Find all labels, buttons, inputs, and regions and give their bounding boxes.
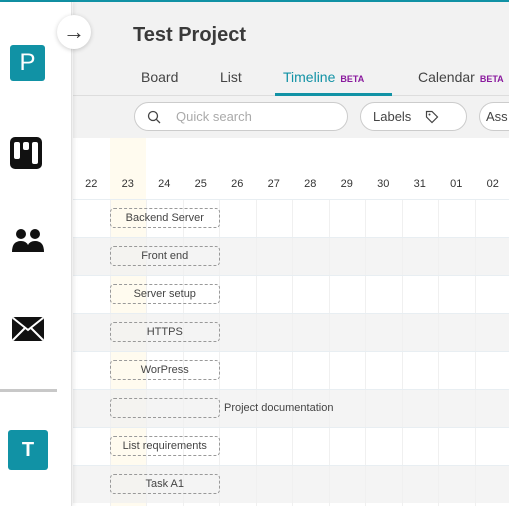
- view-tabs: Board List Timeline BETA Calendar BETA: [73, 58, 509, 96]
- active-tab-indicator: [275, 93, 392, 96]
- date-header: 02: [486, 178, 499, 190]
- people-icon[interactable]: [12, 228, 44, 259]
- date-header: 01: [450, 178, 463, 190]
- quick-search-input[interactable]: Quick search: [134, 102, 348, 131]
- task-bar[interactable]: Backend Server: [109, 208, 220, 228]
- assignees-filter-button[interactable]: Ass: [479, 102, 509, 131]
- tab-label: Timeline: [283, 69, 336, 85]
- sidebar: P T: [0, 2, 72, 506]
- timeline-row: Backend Server: [73, 199, 509, 237]
- timeline-row: WorPress: [73, 351, 509, 389]
- tag-icon: [426, 110, 439, 123]
- timeline-row: Project documentation: [73, 389, 509, 427]
- task-bar[interactable]: Server setup: [109, 284, 220, 304]
- date-header: 28: [304, 178, 317, 190]
- sidebar-divider: [0, 389, 57, 392]
- date-header: 30: [377, 178, 390, 190]
- assignees-button-label: Ass: [486, 109, 508, 124]
- date-header: 26: [231, 178, 244, 190]
- timeline-row: Front end: [73, 237, 509, 275]
- project-avatar[interactable]: P: [10, 45, 45, 81]
- timeline-grid: 22 23 24 25 26 27 28 29 30 31 01 02 Backend Server Fr…: [73, 138, 509, 506]
- task-bar[interactable]: Task A1: [109, 474, 220, 494]
- timeline-row: Server setup: [73, 275, 509, 313]
- date-header: 24: [158, 178, 171, 190]
- task-label: Project documentation: [224, 402, 334, 414]
- expand-sidebar-button[interactable]: →: [57, 15, 91, 49]
- mail-icon[interactable]: [12, 317, 44, 346]
- timeline-row: HTTPS: [73, 313, 509, 351]
- task-bar[interactable]: Front end: [109, 246, 220, 266]
- task-bar[interactable]: List requirements: [109, 436, 220, 456]
- search-placeholder: Quick search: [176, 109, 252, 124]
- labels-filter-button[interactable]: Labels: [360, 102, 467, 131]
- tab-list[interactable]: List: [220, 69, 242, 85]
- date-header: 27: [267, 178, 280, 190]
- date-header: 25: [194, 178, 207, 190]
- arrow-right-icon: →: [63, 19, 85, 44]
- labels-button-label: Labels: [373, 109, 412, 124]
- tab-calendar[interactable]: Calendar BETA: [418, 69, 504, 85]
- date-header: 29: [340, 178, 353, 190]
- task-bar[interactable]: HTTPS: [109, 322, 220, 342]
- task-bar[interactable]: [109, 398, 220, 418]
- beta-badge: BETA: [479, 74, 504, 84]
- date-header: 23: [121, 178, 134, 190]
- tab-label: Calendar: [418, 69, 475, 85]
- board-icon[interactable]: [10, 137, 42, 174]
- timeline-row: List requirements: [73, 427, 509, 465]
- task-bar[interactable]: WorPress: [109, 360, 220, 380]
- tab-board[interactable]: Board: [141, 69, 178, 85]
- beta-badge: BETA: [340, 74, 365, 84]
- search-icon: [147, 110, 161, 123]
- user-avatar[interactable]: T: [8, 430, 48, 470]
- date-header: 31: [413, 178, 426, 190]
- page-title: Test Project: [133, 24, 246, 46]
- date-header: 22: [85, 178, 98, 190]
- tab-timeline[interactable]: Timeline BETA: [283, 69, 364, 85]
- timeline-row: Task A1: [73, 465, 509, 503]
